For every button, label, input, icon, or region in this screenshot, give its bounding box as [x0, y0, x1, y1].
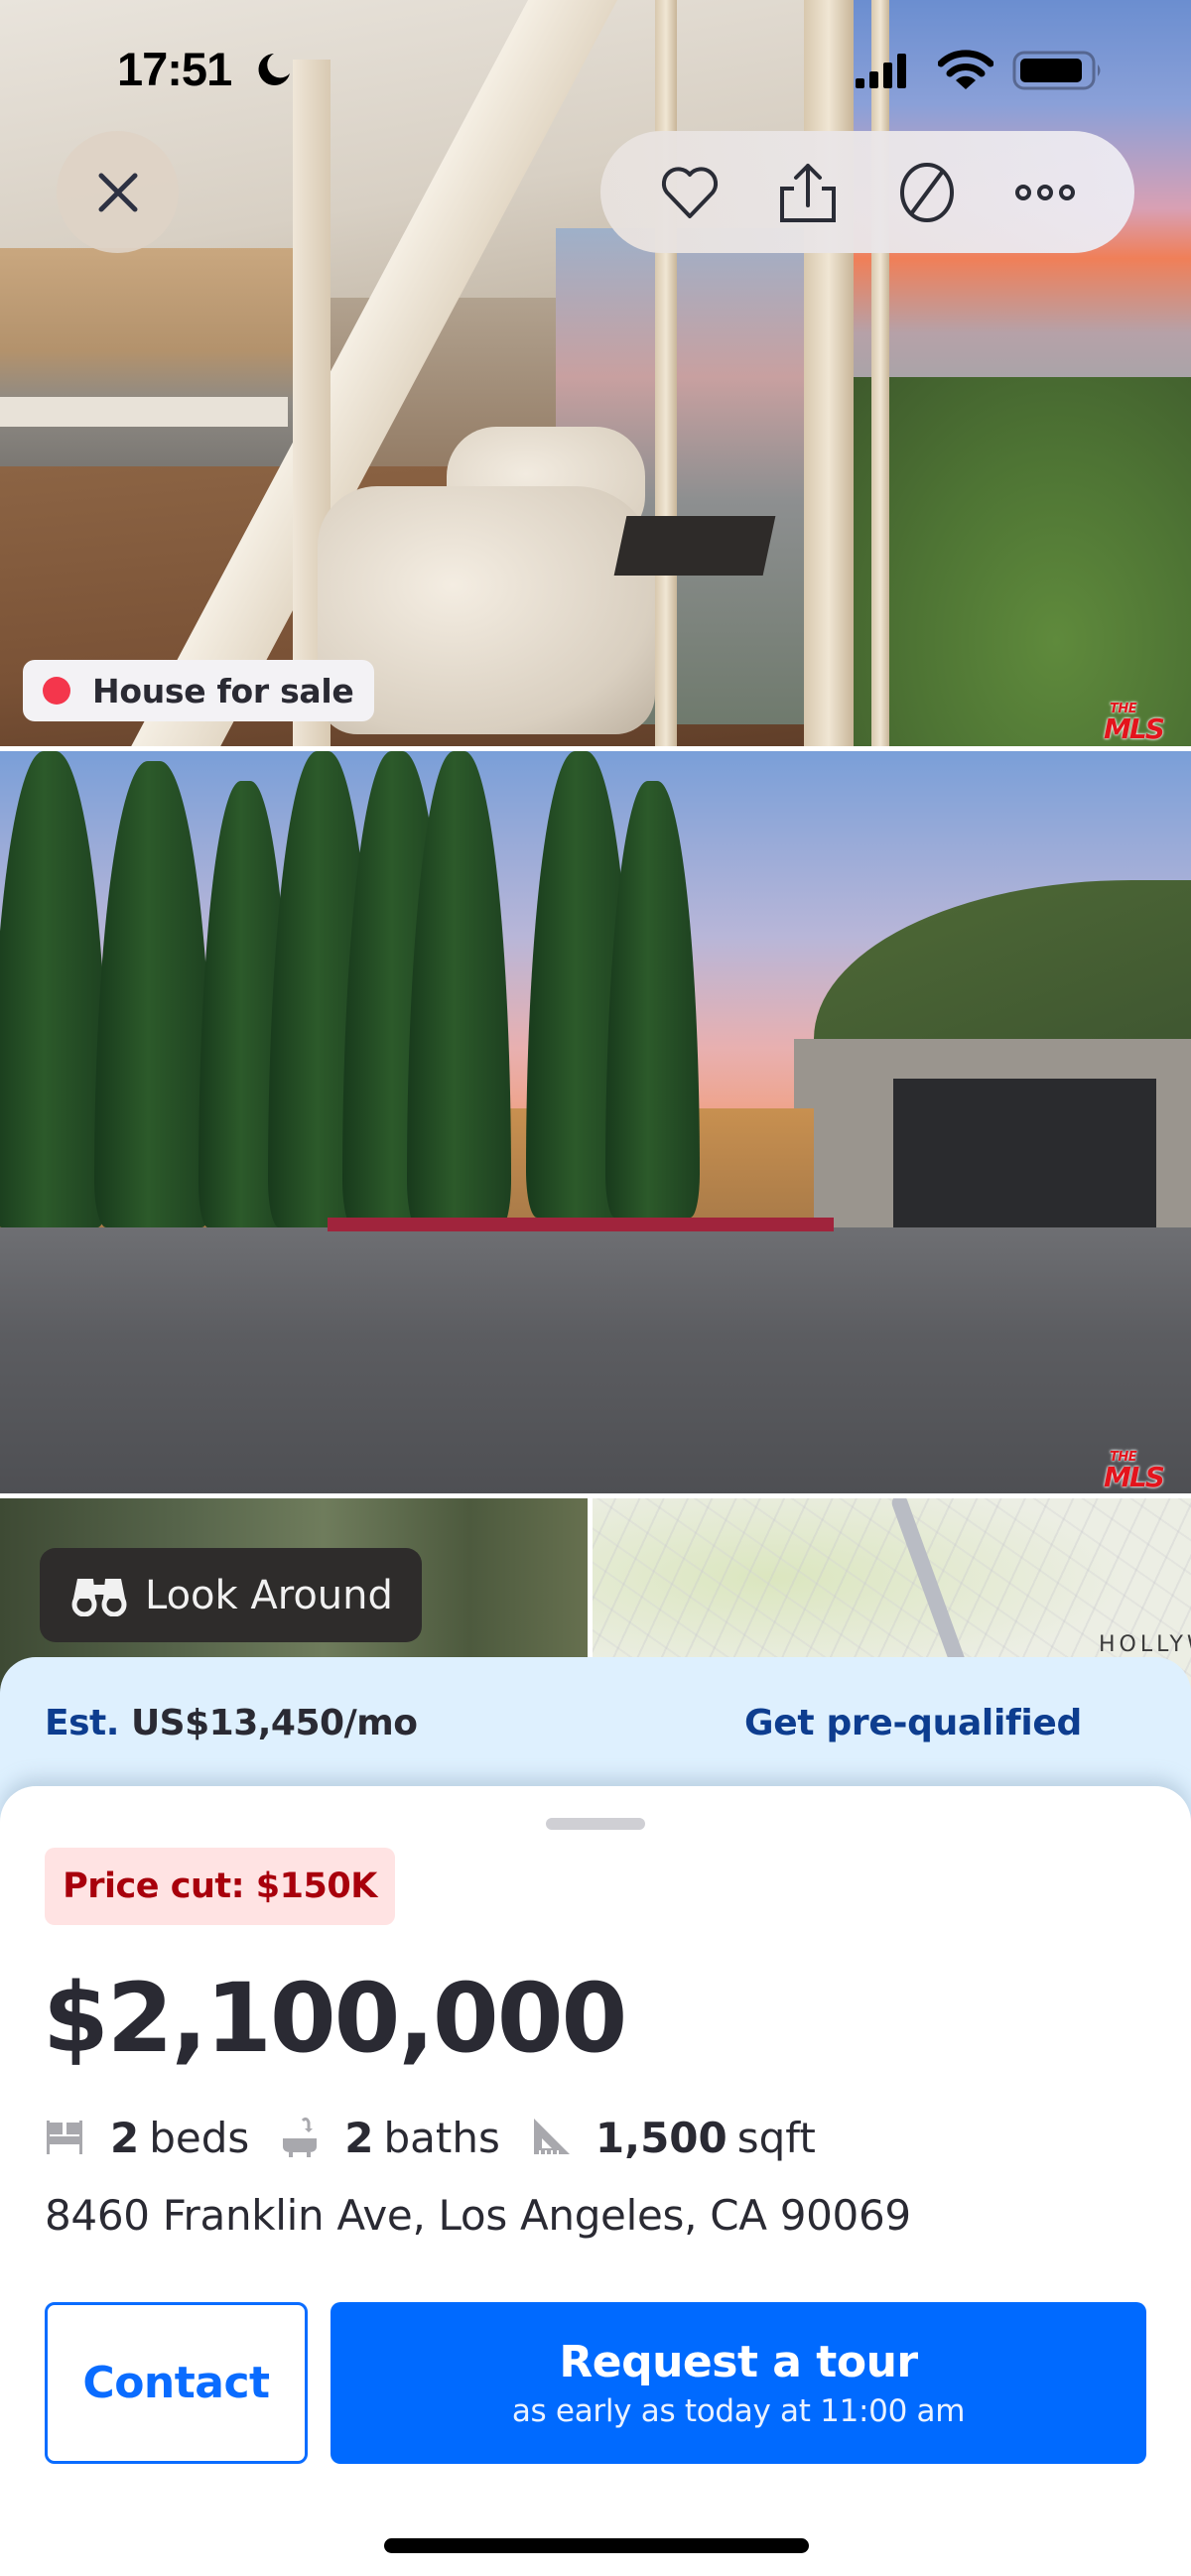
map-place-label: HOLLYW: [1099, 1632, 1191, 1657]
photo-table: [613, 516, 776, 576]
mls-watermark: THE MLS: [1104, 703, 1173, 744]
heart-icon: [661, 166, 718, 218]
fact-sqft: 1,500 sqft: [530, 2114, 816, 2162]
listing-price: $2,100,000: [43, 1963, 627, 2074]
status-time: 17:51: [117, 43, 232, 95]
photo-tree: [94, 761, 213, 1227]
request-tour-label: Request a tour: [559, 2337, 918, 2387]
price-cut-label: Price cut: $150K: [63, 1867, 377, 1906]
wifi-icon: [938, 50, 993, 89]
estimated-payment-prefix: Est.: [45, 1703, 119, 1743]
fact-beds: 2 beds: [45, 2114, 249, 2162]
photo-curb: [328, 1218, 834, 1231]
bath-icon: [283, 2117, 318, 2157]
close-icon: [98, 173, 137, 211]
mls-watermark-mls: MLS: [1104, 712, 1165, 745]
home-facts: 2 beds 2 baths 1,500 sqft: [45, 2108, 846, 2167]
sheet-drag-handle[interactable]: [546, 1818, 645, 1830]
photo-counter: [0, 397, 288, 427]
save-home-button[interactable]: [650, 153, 729, 232]
photo-street: [0, 1227, 1191, 1493]
photo-window-frame: [655, 0, 677, 746]
listing-status-badge: House for sale: [23, 660, 374, 721]
share-icon: [780, 163, 837, 222]
beds-count: 2: [110, 2113, 140, 2162]
listing-actions-bar: [600, 131, 1134, 253]
fact-baths: 2 baths: [279, 2114, 500, 2162]
listing-photo-exterior[interactable]: THE MLS: [0, 751, 1191, 1493]
look-around-button[interactable]: Look Around: [40, 1548, 422, 1642]
bed-icon: [47, 2121, 82, 2154]
listing-address: 8460 Franklin Ave, Los Angeles, CA 90069: [45, 2191, 911, 2240]
hide-home-button[interactable]: [887, 153, 967, 232]
estimated-payment-amount: US$13,450/mo: [130, 1703, 418, 1743]
photo-window-frame: [871, 0, 889, 746]
mls-watermark-mls: MLS: [1104, 1461, 1165, 1493]
hide-listing-icon: [899, 162, 954, 222]
look-around-label: Look Around: [145, 1572, 393, 1618]
battery-icon: [1012, 51, 1101, 90]
listing-photo-interior[interactable]: THE MLS: [0, 0, 1191, 746]
binoculars-icon: [71, 1578, 127, 1616]
sqft-unit: sqft: [736, 2113, 816, 2162]
contact-button[interactable]: Contact: [45, 2302, 308, 2464]
status-label: House for sale: [92, 671, 354, 710]
contact-label: Contact: [82, 2358, 270, 2408]
estimated-payment[interactable]: Est. US$13,450/mo: [45, 1703, 418, 1743]
price-cut-badge: Price cut: $150K: [45, 1848, 395, 1925]
request-tour-subtitle: as early as today at 11:00 am: [511, 2393, 966, 2429]
area-icon: [533, 2119, 570, 2154]
mls-watermark: THE MLS: [1104, 1451, 1173, 1492]
sqft-value: 1,500: [595, 2113, 728, 2162]
request-tour-button[interactable]: Request a tour as early as today at 11:0…: [331, 2302, 1146, 2464]
more-icon: [1015, 184, 1076, 200]
get-prequalified-link[interactable]: Get pre-qualified: [744, 1703, 1082, 1743]
status-dot: [43, 677, 70, 705]
photo-tree: [0, 751, 109, 1227]
cellular-signal-icon: [856, 54, 906, 88]
share-button[interactable]: [768, 153, 848, 232]
photo-hillside: [854, 377, 1191, 746]
moon-icon: [258, 54, 290, 85]
baths-count: 2: [344, 2113, 374, 2162]
beds-unit: beds: [149, 2113, 250, 2162]
photo-window-frame: [804, 0, 854, 746]
baths-unit: baths: [383, 2113, 500, 2162]
photo-garage-door: [893, 1079, 1156, 1227]
home-indicator[interactable]: [384, 2538, 809, 2553]
photo-tree: [605, 781, 700, 1218]
close-button[interactable]: [57, 131, 179, 253]
more-options-button[interactable]: [1005, 153, 1085, 232]
